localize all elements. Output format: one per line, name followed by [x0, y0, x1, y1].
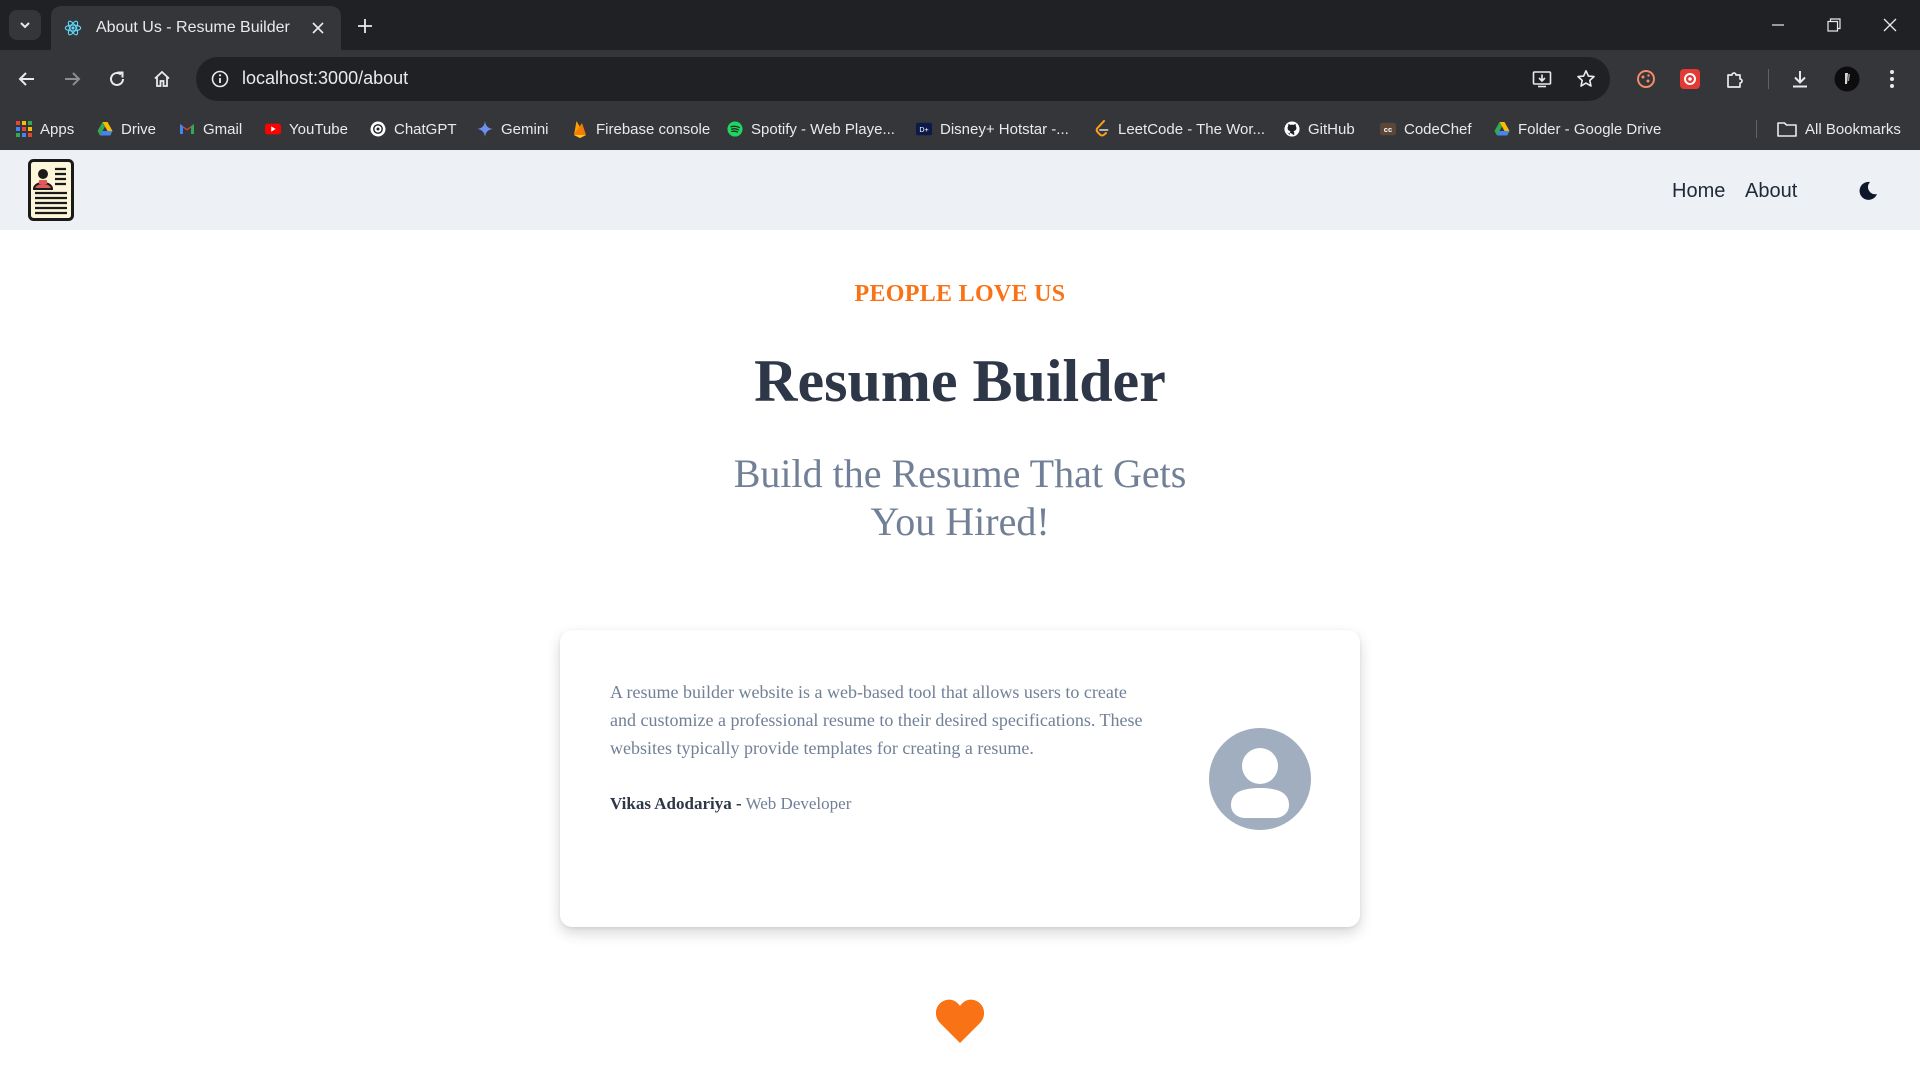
more-vertical-icon: [1890, 70, 1894, 88]
bookmark-leetcode[interactable]: LeetCode - The Wor...: [1094, 118, 1265, 140]
heart-icon: [935, 999, 985, 1043]
reload-button[interactable]: [100, 62, 134, 96]
user-avatar-icon: [1209, 728, 1311, 830]
restore-icon: [1827, 18, 1841, 32]
plus-icon: [358, 19, 372, 33]
testimonial-quote: A resume builder website is a web-based …: [610, 682, 1143, 758]
bookmark-github[interactable]: GitHub: [1284, 118, 1355, 140]
browser-tab-active[interactable]: About Us - Resume Builder: [51, 6, 341, 50]
url-text: localhost:3000/about: [242, 68, 409, 88]
downloads-button[interactable]: [1783, 62, 1817, 96]
resume-logo-icon[interactable]: [28, 159, 74, 221]
profile-avatar-icon: [1834, 66, 1860, 92]
install-icon: [1532, 71, 1552, 88]
gemini-icon: [477, 121, 493, 137]
nav-link-about[interactable]: About: [1745, 180, 1797, 203]
bookmark-hotstar[interactable]: D+ Disney+ Hotstar -...: [916, 118, 1069, 140]
bookmarks-divider: [1756, 120, 1757, 138]
google-drive-icon: [1494, 121, 1510, 137]
arrow-left-icon: [18, 72, 34, 86]
arrow-right-icon: [65, 72, 81, 86]
back-button[interactable]: [10, 62, 44, 96]
cookie-icon: [1637, 70, 1655, 88]
bookmarks-bar: Apps Drive Gmail YouTube ChatGPT Gemini: [0, 108, 1920, 150]
bookmark-gmail[interactable]: Gmail: [179, 118, 242, 140]
nav-link-home[interactable]: Home: [1672, 180, 1725, 203]
page-subtitle: Build the Resume That Gets You Hired!: [733, 451, 1187, 544]
gmail-icon: [179, 121, 195, 137]
svg-text:D+: D+: [919, 126, 928, 134]
info-icon: [211, 70, 229, 88]
new-tab-button[interactable]: [350, 11, 380, 41]
chevron-down-icon: [20, 22, 30, 29]
bookmark-star-button[interactable]: [1572, 65, 1600, 93]
bookmark-google-drive-folder[interactable]: Folder - Google Drive: [1494, 118, 1661, 140]
theme-toggle-button[interactable]: [1856, 179, 1880, 203]
close-icon: [1883, 18, 1897, 32]
profile-avatar-button[interactable]: [1830, 62, 1864, 96]
forward-button[interactable]: [55, 62, 89, 96]
google-drive-icon: [97, 121, 113, 137]
bookmark-chatgpt[interactable]: ChatGPT: [370, 118, 457, 140]
star-icon: [1577, 70, 1595, 87]
youtube-icon: [265, 121, 281, 137]
home-icon: [154, 70, 170, 87]
bookmark-apps[interactable]: Apps: [16, 118, 74, 140]
author-role: Web Developer: [745, 794, 852, 813]
tab-close-button[interactable]: [307, 17, 329, 39]
screenshot-extension-icon: [1680, 69, 1700, 89]
tab-search-button[interactable]: [9, 10, 41, 40]
install-app-button[interactable]: [1528, 65, 1556, 93]
browser-menu-button[interactable]: [1875, 62, 1909, 96]
bookmark-drive[interactable]: Drive: [97, 118, 156, 140]
browser-toolbar: localhost:3000/about: [0, 50, 1920, 108]
folder-icon: [1777, 121, 1797, 137]
testimonial-author: Vikas Adodariya - Web Developer: [610, 794, 851, 814]
site-info-button[interactable]: [204, 63, 236, 95]
browser-tab-strip: About Us - Resume Builder: [0, 0, 1920, 50]
download-icon: [1793, 71, 1807, 88]
moon-icon: [1859, 181, 1877, 200]
svg-text:cc: cc: [1384, 125, 1392, 134]
home-button[interactable]: [145, 62, 179, 96]
minimize-icon: [1772, 24, 1784, 26]
hotstar-icon: D+: [916, 121, 932, 137]
section-eyebrow: PEOPLE LOVE US: [854, 281, 1066, 307]
close-icon: [312, 22, 324, 34]
window-close-button[interactable]: [1862, 0, 1918, 50]
window-minimize-button[interactable]: [1750, 0, 1806, 50]
firebase-icon: [572, 121, 588, 138]
web-page: Home About PEOPLE LOVE US Resume Builder…: [0, 150, 1920, 1080]
leetcode-icon: [1094, 120, 1110, 137]
toolbar-divider: [1768, 69, 1769, 89]
extension-cookie-button[interactable]: [1629, 62, 1663, 96]
all-bookmarks-button[interactable]: All Bookmarks: [1777, 118, 1901, 140]
page-title: Resume Builder: [754, 348, 1166, 414]
tab-title: About Us - Resume Builder: [96, 19, 290, 36]
apps-grid-icon: [16, 121, 32, 137]
spotify-icon: [727, 121, 743, 137]
address-bar[interactable]: localhost:3000/about: [196, 57, 1610, 101]
author-name: Vikas Adodariya -: [610, 794, 742, 813]
bookmark-codechef[interactable]: cc CodeChef: [1380, 118, 1472, 140]
testimonial-card: A resume builder website is a web-based …: [560, 630, 1360, 927]
reload-icon: [110, 71, 124, 86]
extensions-button[interactable]: [1718, 62, 1752, 96]
bookmark-youtube[interactable]: YouTube: [265, 118, 348, 140]
chatgpt-icon: [370, 121, 386, 137]
site-navbar: Home About: [0, 150, 1920, 230]
codechef-icon: cc: [1380, 121, 1396, 137]
bookmark-spotify[interactable]: Spotify - Web Playe...: [727, 118, 895, 140]
window-restore-button[interactable]: [1806, 0, 1862, 50]
react-icon: [64, 20, 82, 36]
extension-grabber-button[interactable]: [1673, 62, 1707, 96]
github-icon: [1284, 121, 1300, 137]
puzzle-icon: [1727, 72, 1743, 88]
bookmark-firebase[interactable]: Firebase console: [572, 118, 710, 140]
bookmark-gemini[interactable]: Gemini: [477, 118, 549, 140]
